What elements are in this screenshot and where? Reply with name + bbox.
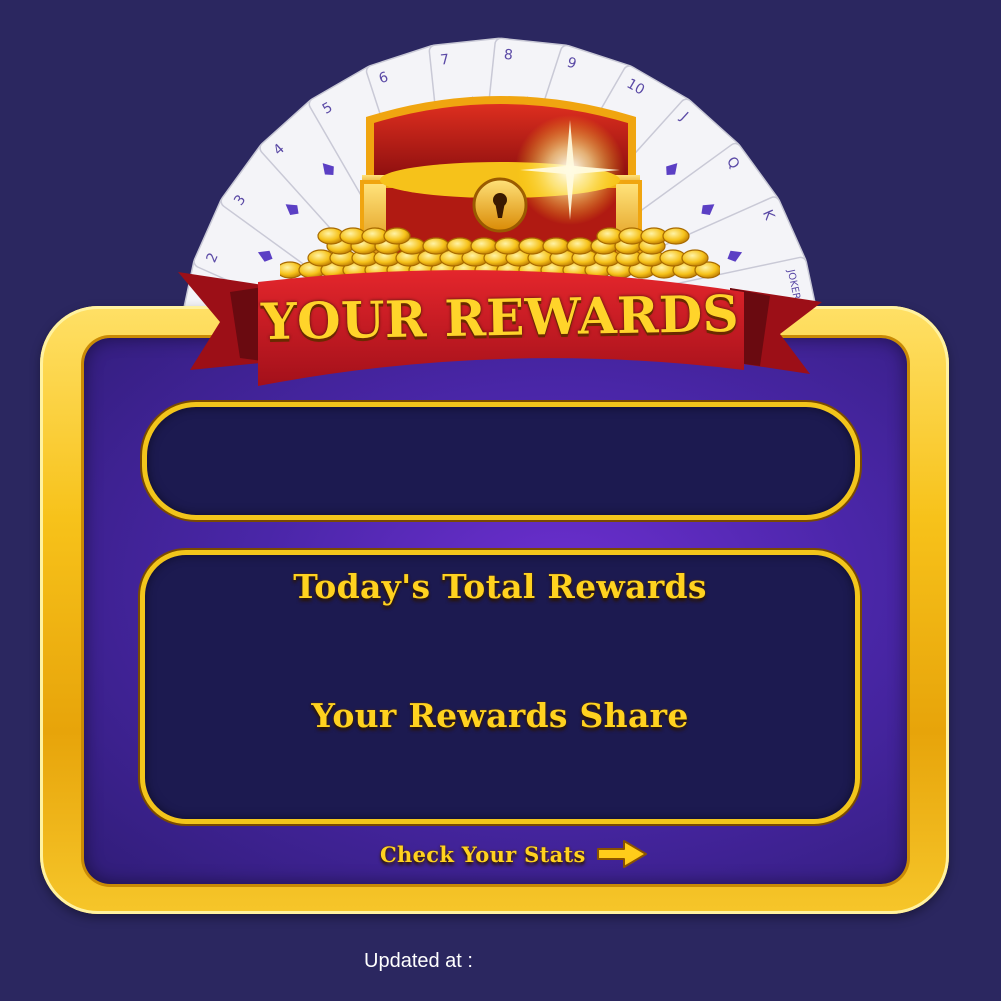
gold-coin [470,237,498,255]
gold-coin [422,237,450,255]
check-stats-label: Check Your Stats [380,841,586,867]
gold-coin [494,237,522,255]
gold-coin [662,227,690,245]
gold-coin [518,237,546,255]
banner-title: YOUR REWARDS [260,283,740,352]
arrow-right-icon [596,840,647,868]
gold-coin [542,237,570,255]
gold-coin [446,237,474,255]
updated-at-label: Updated at : [364,950,473,972]
gold-coin [383,227,411,245]
gold-coin [566,237,594,255]
playing-card-rank: 8 [503,47,514,64]
check-stats-button[interactable]: Check Your Stats [380,838,648,870]
treasure-chest-icon [280,96,720,279]
total-rewards-label: Today's Total Rewards [293,567,707,606]
rewards-top-panel [142,402,860,520]
playing-card-rank: 7 [440,52,451,69]
rewards-share-label: Your Rewards Share [311,696,689,735]
